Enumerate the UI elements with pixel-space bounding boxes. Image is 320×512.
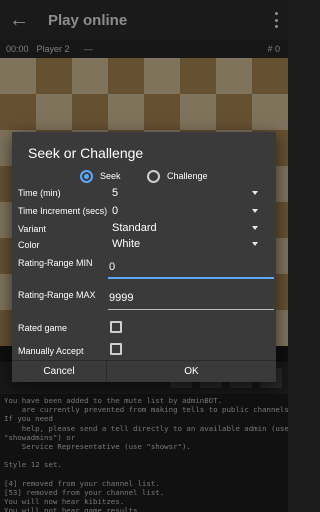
rated-game-label: Rated game [18,323,68,333]
mode-radio-group: Seek Challenge [12,165,276,187]
increment-label: Time Increment (secs) [18,206,108,216]
rating-min-input[interactable]: 0 [108,257,274,279]
challenge-radio-label: Challenge [167,171,208,181]
rating-max-value: 9999 [109,292,134,304]
time-value: 5 [112,187,119,199]
cancel-button[interactable]: Cancel [12,361,106,382]
variant-label: Variant [18,224,46,234]
seek-radio[interactable]: Seek [80,165,121,187]
ok-button[interactable]: OK [106,361,276,382]
increment-select[interactable]: 0 [112,203,268,219]
rating-max-input[interactable]: 9999 [108,288,274,310]
color-label: Color [18,240,40,250]
dropdown-arrow-icon [252,191,258,195]
dropdown-arrow-icon [252,242,258,246]
increment-value: 0 [112,205,119,217]
seek-challenge-dialog: Seek or Challenge Seek Challenge Time (m… [12,132,276,382]
variant-select[interactable]: Standard [112,220,268,236]
manual-accept-label: Manually Accept [18,346,84,356]
rating-max-label: Rating-Range MAX [18,290,96,300]
seek-radio-label: Seek [100,171,121,181]
variant-value: Standard [112,222,157,234]
challenge-radio[interactable]: Challenge [147,165,208,187]
rating-min-label: Rating-Range MIN [18,258,93,268]
dialog-title: Seek or Challenge [28,145,144,161]
color-value: White [112,238,141,250]
radio-checked-icon [80,169,93,183]
dropdown-arrow-icon [252,226,258,230]
time-select[interactable]: 5 [112,185,268,201]
color-select[interactable]: White [112,236,268,252]
dropdown-arrow-icon [252,209,258,213]
rating-min-value: 0 [109,261,116,273]
radio-unchecked-icon [147,169,160,183]
time-label: Time (min) [18,188,61,198]
manual-accept-checkbox[interactable] [110,343,122,355]
rated-game-checkbox[interactable] [110,321,122,333]
